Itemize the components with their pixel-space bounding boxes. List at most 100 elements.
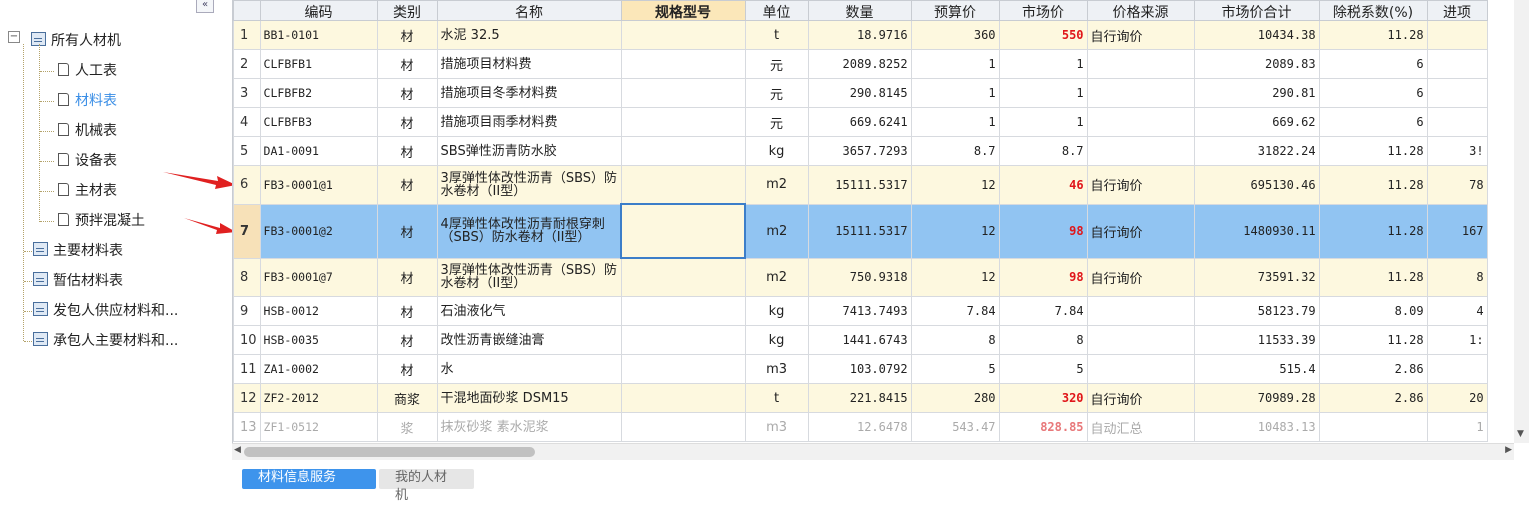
market-price-cell[interactable]: 1 bbox=[998, 107, 1088, 137]
row-index[interactable]: 5 bbox=[233, 136, 261, 166]
spec-cell[interactable] bbox=[620, 325, 746, 355]
code-cell[interactable]: FB3-0001@7 bbox=[259, 257, 378, 297]
tab-material-info-service[interactable]: 材料信息服务 bbox=[242, 469, 376, 489]
tax-coef-cell[interactable]: 6 bbox=[1318, 78, 1428, 108]
tax-coef-cell[interactable]: 11.28 bbox=[1318, 325, 1428, 355]
tree-item-employer-supplied[interactable]: 发包人供应材料和... bbox=[33, 299, 178, 323]
unit-cell[interactable]: kg bbox=[744, 296, 809, 326]
market-price-cell[interactable]: 828.85 bbox=[998, 412, 1088, 442]
col-header-qty[interactable]: 数量 bbox=[807, 0, 912, 21]
price-source-cell[interactable]: 自行询价 bbox=[1086, 165, 1195, 205]
name-cell[interactable]: 4厚弹性体改性沥青耐根穿刺（SBS）防水卷材（II型） bbox=[436, 203, 622, 259]
quantity-cell[interactable]: 1441.6743 bbox=[807, 325, 912, 355]
name-cell[interactable]: 措施项目材料费 bbox=[436, 49, 622, 79]
market-price-cell[interactable]: 7.84 bbox=[998, 296, 1088, 326]
unit-cell[interactable]: m2 bbox=[744, 203, 809, 259]
col-header-tax-coef[interactable]: 除税系数(%) bbox=[1318, 0, 1428, 21]
price-source-cell[interactable]: 自行询价 bbox=[1086, 203, 1195, 259]
unit-cell[interactable]: 元 bbox=[744, 49, 809, 79]
horizontal-scrollbar[interactable]: ◀ ▶ bbox=[232, 443, 1514, 460]
type-cell[interactable]: 材 bbox=[376, 203, 438, 259]
col-header-spec[interactable]: 规格型号 bbox=[620, 0, 746, 21]
code-cell[interactable]: HSB-0035 bbox=[259, 325, 378, 355]
unit-cell[interactable]: kg bbox=[744, 325, 809, 355]
table-row[interactable]: 13 ZF1-0512 浆抹灰砂浆 素水泥浆 m3 12.6478 543.47 828.8… bbox=[233, 412, 1488, 442]
tax-coef-cell[interactable]: 11.28 bbox=[1318, 136, 1428, 166]
budget-price-cell[interactable]: 12 bbox=[910, 203, 1000, 259]
table-row[interactable]: 11 ZA1-0002 材水 m3 103.0792 5 5 515.4 2.86 bbox=[233, 354, 1488, 384]
type-cell[interactable]: 材 bbox=[376, 325, 438, 355]
tax-coef-cell[interactable]: 11.28 bbox=[1318, 257, 1428, 297]
table-row[interactable]: 7 FB3-0001@2 材 4厚弹性体改性沥青耐根穿刺（SBS）防水卷材（II型） m… bbox=[233, 203, 1488, 259]
price-source-cell[interactable]: 自行询价 bbox=[1086, 257, 1195, 297]
code-cell[interactable]: FB3-0001@2 bbox=[259, 203, 378, 259]
market-total-cell[interactable]: 73591.32 bbox=[1193, 257, 1320, 297]
input-tax-cell[interactable]: 8 bbox=[1426, 257, 1488, 297]
tax-coef-cell[interactable] bbox=[1318, 412, 1428, 442]
unit-cell[interactable]: 元 bbox=[744, 107, 809, 137]
spec-cell[interactable] bbox=[620, 165, 746, 205]
input-tax-cell[interactable]: 167 bbox=[1426, 203, 1488, 259]
table-row[interactable]: 6 FB3-0001@1 材 3厚弹性体改性沥青（SBS）防水卷材（II型） m2 151… bbox=[233, 165, 1488, 205]
budget-price-cell[interactable]: 360 bbox=[910, 20, 1000, 50]
table-row[interactable]: 4 CLFBFB3 材措施项目雨季材料费元 669.6241 1 1 669.62 6 bbox=[233, 107, 1488, 137]
code-cell[interactable]: DA1-0091 bbox=[259, 136, 378, 166]
row-index[interactable]: 3 bbox=[233, 78, 261, 108]
col-header-price-source[interactable]: 价格来源 bbox=[1086, 0, 1195, 21]
type-cell[interactable]: 材 bbox=[376, 49, 438, 79]
table-row[interactable]: 5 DA1-0091 材 SBS弹性沥青防水胶 kg 3657.7293 8.7 8.7 318… bbox=[233, 136, 1488, 166]
tree-item-machinery[interactable]: 机械表 bbox=[58, 119, 117, 143]
market-price-cell[interactable]: 1 bbox=[998, 78, 1088, 108]
budget-price-cell[interactable]: 7.84 bbox=[910, 296, 1000, 326]
col-header-code[interactable]: 编码 bbox=[259, 0, 378, 21]
market-total-cell[interactable]: 695130.46 bbox=[1193, 165, 1320, 205]
spec-cell[interactable] bbox=[620, 49, 746, 79]
market-price-cell[interactable]: 8 bbox=[998, 325, 1088, 355]
code-cell[interactable]: FB3-0001@1 bbox=[259, 165, 378, 205]
quantity-cell[interactable]: 15111.5317 bbox=[807, 203, 912, 259]
quantity-cell[interactable]: 15111.5317 bbox=[807, 165, 912, 205]
budget-price-cell[interactable]: 1 bbox=[910, 49, 1000, 79]
budget-price-cell[interactable]: 5 bbox=[910, 354, 1000, 384]
spec-cell[interactable] bbox=[620, 107, 746, 137]
type-cell[interactable]: 材 bbox=[376, 165, 438, 205]
budget-price-cell[interactable]: 543.47 bbox=[910, 412, 1000, 442]
name-cell[interactable]: 措施项目冬季材料费 bbox=[436, 78, 622, 108]
type-cell[interactable]: 材 bbox=[376, 78, 438, 108]
market-total-cell[interactable]: 290.81 bbox=[1193, 78, 1320, 108]
quantity-cell[interactable]: 2089.8252 bbox=[807, 49, 912, 79]
unit-cell[interactable]: 元 bbox=[744, 78, 809, 108]
market-total-cell[interactable]: 1480930.11 bbox=[1193, 203, 1320, 259]
collapse-panel-button[interactable]: « bbox=[196, 0, 214, 13]
code-cell[interactable]: ZF2-2012 bbox=[259, 383, 378, 413]
tree-item-key-materials[interactable]: 主要材料表 bbox=[33, 239, 123, 263]
input-tax-cell[interactable]: 1 bbox=[1426, 412, 1488, 442]
row-index[interactable]: 9 bbox=[233, 296, 261, 326]
market-total-cell[interactable]: 669.62 bbox=[1193, 107, 1320, 137]
unit-cell[interactable]: t bbox=[744, 20, 809, 50]
unit-cell[interactable]: m3 bbox=[744, 354, 809, 384]
type-cell[interactable]: 材 bbox=[376, 296, 438, 326]
budget-price-cell[interactable]: 1 bbox=[910, 107, 1000, 137]
code-cell[interactable]: BB1-0101 bbox=[259, 20, 378, 50]
row-index[interactable]: 2 bbox=[233, 49, 261, 79]
input-tax-cell[interactable] bbox=[1426, 107, 1488, 137]
market-price-cell[interactable]: 5 bbox=[998, 354, 1088, 384]
type-cell[interactable]: 商浆 bbox=[376, 383, 438, 413]
tax-coef-cell[interactable]: 2.86 bbox=[1318, 354, 1428, 384]
row-index[interactable]: 10 bbox=[233, 325, 261, 355]
tax-coef-cell[interactable]: 8.09 bbox=[1318, 296, 1428, 326]
code-cell[interactable]: CLFBFB3 bbox=[259, 107, 378, 137]
tax-coef-cell[interactable]: 11.28 bbox=[1318, 203, 1428, 259]
market-total-cell[interactable]: 2089.83 bbox=[1193, 49, 1320, 79]
market-price-cell[interactable]: 98 bbox=[998, 203, 1088, 259]
quantity-cell[interactable]: 750.9318 bbox=[807, 257, 912, 297]
market-total-cell[interactable]: 70989.28 bbox=[1193, 383, 1320, 413]
table-row[interactable]: 2 CLFBFB1 材措施项目材料费元 2089.8252 1 1 2089.83 6 bbox=[233, 49, 1488, 79]
quantity-cell[interactable]: 290.8145 bbox=[807, 78, 912, 108]
col-header-name[interactable]: 名称 bbox=[436, 0, 622, 21]
input-tax-cell[interactable]: 20 bbox=[1426, 383, 1488, 413]
input-tax-cell[interactable] bbox=[1426, 49, 1488, 79]
market-total-cell[interactable]: 11533.39 bbox=[1193, 325, 1320, 355]
spec-cell[interactable] bbox=[620, 412, 746, 442]
